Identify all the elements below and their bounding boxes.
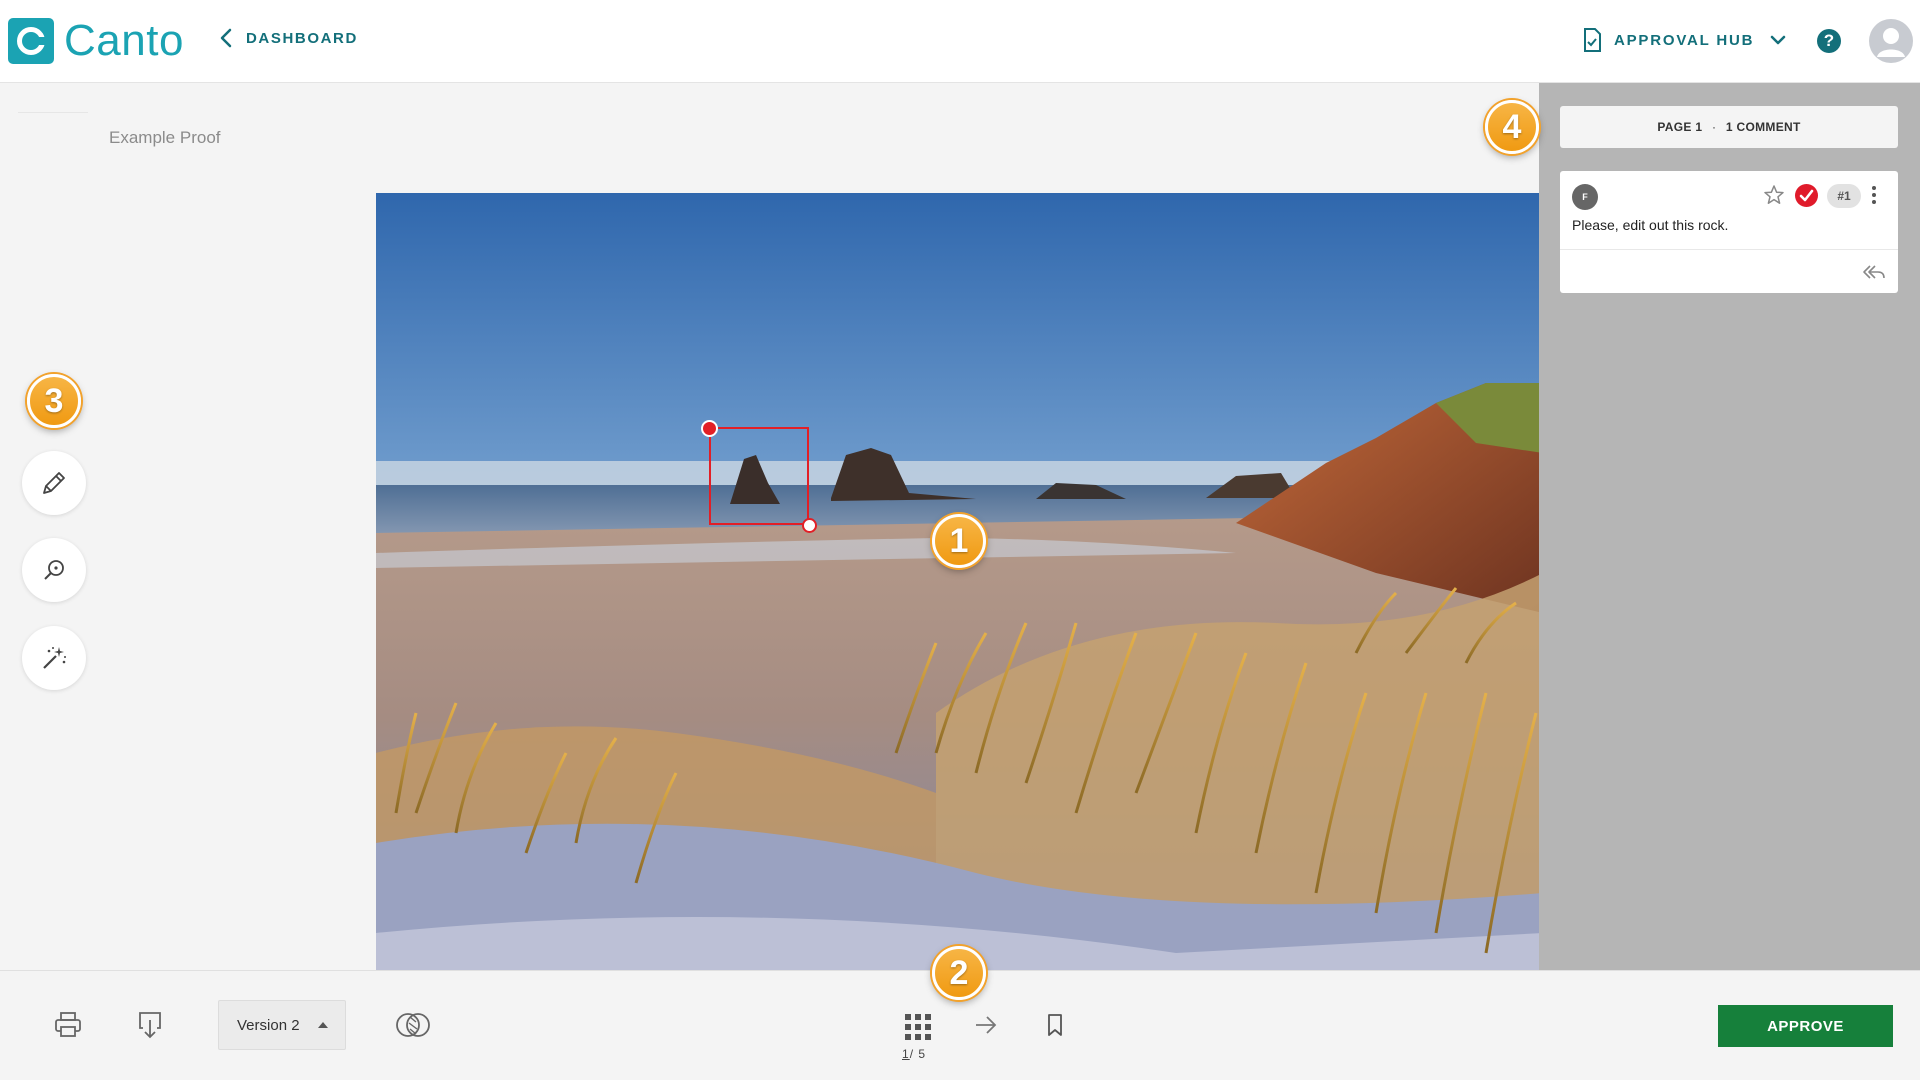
pencil-icon <box>43 472 65 494</box>
zoom-icon <box>44 560 64 580</box>
magic-wand-icon <box>43 647 66 669</box>
approve-button[interactable]: APPROVE <box>1718 1005 1893 1047</box>
chevron-down-icon <box>1770 35 1786 45</box>
page-comment-summary[interactable]: PAGE 1 · 1 COMMENT <box>1560 106 1898 148</box>
document-check-icon <box>1584 28 1601 52</box>
bookmark-icon <box>1048 1014 1062 1036</box>
compare-versions-button[interactable] <box>395 1008 431 1042</box>
next-page-button[interactable] <box>973 1012 999 1038</box>
user-avatar[interactable] <box>1869 19 1913 63</box>
comment-text: Please, edit out this rock. <box>1572 217 1729 233</box>
zoom-tool-button[interactable] <box>22 538 86 602</box>
reply-all-icon[interactable] <box>1862 263 1886 281</box>
left-divider <box>18 112 88 113</box>
comment-author-avatar: F <box>1572 184 1598 210</box>
user-icon <box>1877 28 1905 57</box>
back-to-dashboard-link[interactable]: DASHBOARD <box>220 28 358 48</box>
more-options-icon[interactable] <box>1872 186 1876 206</box>
top-header: Canto DASHBOARD APPROVAL HUB ? <box>0 0 1920 83</box>
chevron-left-icon <box>220 28 232 48</box>
canto-logo-icon <box>8 18 54 64</box>
page-indicator: 1/ 5 <box>902 1047 926 1061</box>
page-total: / 5 <box>909 1047 927 1061</box>
auto-enhance-tool-button[interactable] <box>22 626 86 690</box>
canto-logo[interactable]: Canto <box>8 18 184 64</box>
callout-badge-3: 3 <box>27 374 81 428</box>
logo-text: Canto <box>64 16 184 65</box>
approval-hub-label: APPROVAL HUB <box>1614 31 1755 49</box>
annotation-resize-handle[interactable] <box>802 518 817 533</box>
annotation-box[interactable] <box>709 427 809 525</box>
page-current: 1 <box>902 1047 910 1061</box>
bookmark-button[interactable] <box>1043 1011 1067 1039</box>
help-icon[interactable]: ? <box>1817 29 1841 53</box>
comment-card[interactable]: F #1 Please, edit out this rock. <box>1560 171 1898 293</box>
compare-icon <box>396 1013 430 1037</box>
page-grid-button[interactable] <box>903 1012 933 1042</box>
comment-divider <box>1560 249 1898 250</box>
callout-badge-1: 1 <box>932 514 986 568</box>
annotate-tool-button[interactable] <box>22 451 86 515</box>
star-icon[interactable] <box>1763 184 1785 206</box>
proof-title: Example Proof <box>109 128 221 147</box>
download-button[interactable] <box>136 1008 164 1042</box>
comment-count: 1 COMMENT <box>1725 120 1801 134</box>
callout-badge-2: 2 <box>932 946 986 1000</box>
caret-up-icon <box>317 1022 328 1028</box>
version-selector[interactable]: Version 2 <box>218 1000 346 1050</box>
approval-hub-menu[interactable]: APPROVAL HUB <box>1582 28 1786 52</box>
download-icon <box>139 1012 161 1039</box>
print-button[interactable] <box>52 1010 84 1040</box>
summary-separator: · <box>1711 120 1717 134</box>
grid-icon <box>905 1014 931 1040</box>
annotation-marker[interactable] <box>701 420 718 437</box>
comment-number-badge: #1 <box>1827 184 1861 208</box>
proof-image[interactable] <box>376 193 1543 970</box>
arrow-right-icon <box>976 1016 997 1034</box>
page-label: PAGE 1 <box>1657 120 1703 134</box>
version-label: Version 2 <box>237 1016 300 1034</box>
printer-icon <box>55 1012 81 1037</box>
resolved-check-icon[interactable] <box>1795 184 1818 207</box>
back-label: DASHBOARD <box>246 29 358 47</box>
callout-badge-4: 4 <box>1485 100 1539 154</box>
